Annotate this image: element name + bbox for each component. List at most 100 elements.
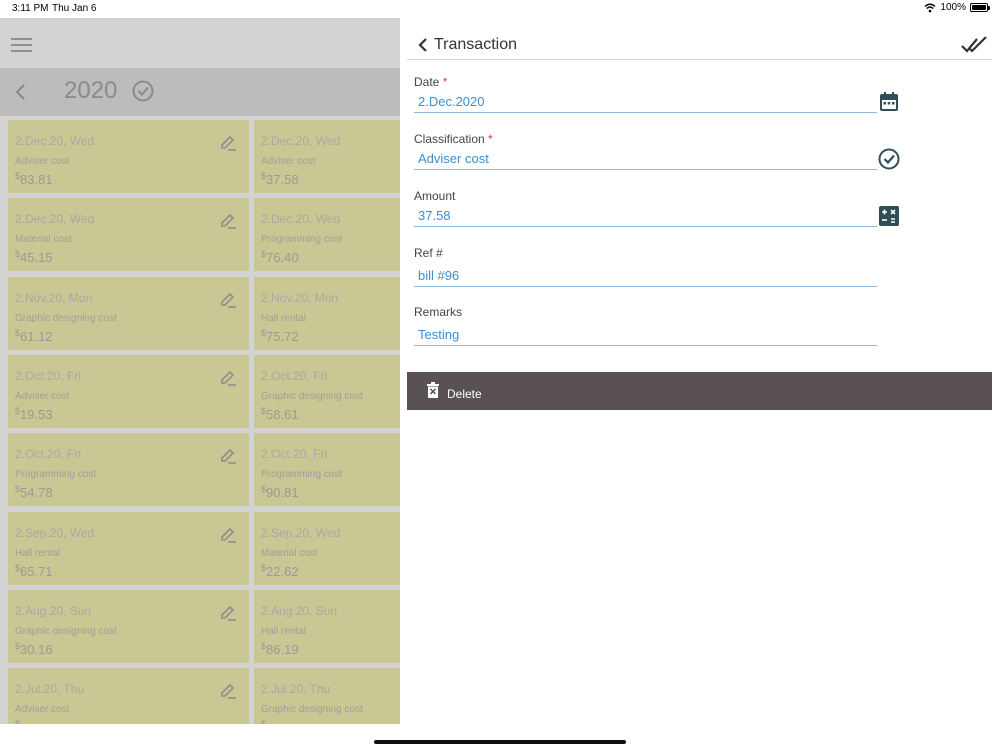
calendar-icon[interactable] [878, 91, 900, 113]
card-category: Material cost [15, 234, 72, 245]
battery-percent: 100% [940, 2, 966, 13]
card-date: 2.Jul.20, Thu [15, 682, 85, 696]
card-amount-value: 75.72 [266, 329, 299, 344]
delete-label: Delete [447, 387, 482, 401]
classification-field: Classification * Adviser cost [414, 132, 877, 170]
card-category: Adviser cost [15, 391, 70, 402]
status-bar: 3:11 PM Thu Jan 6 100% [0, 0, 1000, 18]
transaction-card[interactable]: 2.Jul.20, Thu Graphic designing cost $ [254, 668, 400, 724]
card-amount-value: 22.62 [266, 564, 299, 579]
transaction-card[interactable]: 2.Oct.20, Fri Adviser cost $19.53 [8, 355, 249, 428]
remarks-field: Remarks Testing [414, 305, 877, 346]
card-amount-value: 58.61 [266, 407, 299, 422]
card-amount: $90.81 [261, 484, 299, 500]
currency-symbol: $ [261, 719, 267, 724]
pencil-icon[interactable] [219, 134, 237, 152]
card-amount: $76.40 [261, 249, 299, 265]
card-amount: $54.78 [15, 484, 53, 500]
battery-level [972, 5, 986, 10]
transaction-detail-pane: Transaction Date * 2.Dec.2020 Classifica… [400, 18, 1000, 724]
check-circle-icon[interactable] [132, 80, 154, 102]
card-amount: $65.71 [15, 563, 53, 579]
trash-icon [427, 382, 439, 398]
card-date: 2.Nov.20, Mon [261, 291, 339, 305]
amount-label: Amount [414, 189, 456, 203]
transaction-card[interactable]: 2.Jul.20, Thu Adviser cost $ [8, 668, 249, 724]
chevron-left-icon[interactable] [415, 36, 431, 54]
card-date: 2.Jul.20, Thu [261, 682, 331, 696]
card-amount: $75.72 [261, 328, 299, 344]
card-amount: $ [15, 719, 20, 724]
remarks-input[interactable]: Testing [414, 327, 877, 346]
transaction-card[interactable]: 2.Nov.20, Mon Graphic designing cost $61.1… [8, 277, 249, 350]
battery-icon [970, 3, 990, 12]
currency-symbol: $ [15, 719, 21, 724]
card-amount: $ [261, 719, 266, 724]
card-amount-value: 30.16 [20, 642, 53, 657]
status-time: 3:11 PM [12, 3, 49, 14]
transaction-card[interactable]: 2.Dec.20, Wed Material cost $45.15 [8, 198, 249, 271]
transaction-card[interactable]: 2.Sep.20, Wed Hall rental $65.71 [8, 512, 249, 585]
pencil-icon[interactable] [219, 212, 237, 230]
transaction-card[interactable]: 2.Dec.20, Wed Programming cost $76.40 [254, 198, 400, 271]
status-right: 100% [924, 2, 990, 13]
transaction-card[interactable]: 2.Aug.20, Sun Hall rental $86.19 [254, 590, 400, 663]
card-date: 2.Aug.20, Sun [15, 604, 92, 618]
card-date: 2.Aug.20, Sun [261, 604, 338, 618]
transaction-card[interactable]: 2.Oct.20, Fri Graphic designing cost $58.6… [254, 355, 400, 428]
date-input[interactable]: 2.Dec.2020 [414, 94, 877, 113]
card-amount: $37.58 [261, 171, 299, 187]
transaction-card[interactable]: 2.Dec.20, Wed Adviser cost $37.58 [254, 120, 400, 193]
card-category: Adviser cost [15, 156, 70, 167]
card-date: 2.Oct.20, Fri [261, 369, 328, 383]
transaction-list-pane: 2020 2.Dec.20, Wed Adviser cost $83.81 2.De… [0, 18, 400, 724]
classification-label: Classification * [414, 132, 493, 146]
chevron-left-icon[interactable] [14, 83, 28, 101]
ref-input[interactable]: bill #96 [414, 268, 877, 287]
card-date: 2.Dec.20, Wed [15, 134, 95, 148]
card-amount-value: 65.71 [20, 564, 53, 579]
card-category: Hall rental [15, 548, 61, 559]
transaction-card[interactable]: 2.Oct.20, Fri Programming cost $54.78 [8, 433, 249, 506]
delete-button[interactable]: Delete [407, 372, 992, 410]
transaction-card[interactable]: 2.Oct.20, Fri Programming cost $90.81 [254, 433, 400, 506]
classification-input[interactable]: Adviser cost [414, 151, 877, 170]
card-amount: $19.53 [15, 406, 53, 422]
card-date: 2.Sep.20, Wed [261, 526, 341, 540]
page-title: Transaction [434, 36, 517, 53]
calculator-icon[interactable] [878, 205, 900, 227]
pencil-icon[interactable] [219, 604, 237, 622]
pencil-icon[interactable] [219, 526, 237, 544]
card-amount-value: 19.53 [20, 407, 53, 422]
transaction-card[interactable]: 2.Dec.20, Wed Adviser cost $83.81 [8, 120, 249, 193]
transaction-card[interactable]: 2.Sep.20, Wed Material cost $22.62 [254, 512, 400, 585]
card-amount: $86.19 [261, 641, 299, 657]
detail-header: Transaction [407, 32, 992, 60]
card-date: 2.Dec.20, Wed [261, 134, 341, 148]
pencil-icon[interactable] [219, 369, 237, 387]
card-amount-value: 86.19 [266, 642, 299, 657]
amount-input[interactable]: 37.58 [414, 208, 877, 227]
check-circle-icon[interactable] [878, 148, 900, 170]
pencil-icon[interactable] [219, 682, 237, 700]
hamburger-menu-icon[interactable] [11, 38, 32, 52]
card-date: 2.Oct.20, Fri [261, 447, 328, 461]
card-category: Graphic designing cost [261, 391, 363, 402]
list-top-bar [0, 18, 400, 68]
screen: 3:11 PM Thu Jan 6 100% 2020 2.Dec.20, We… [0, 0, 1000, 750]
double-check-icon[interactable] [960, 34, 988, 56]
card-date: 2.Dec.20, Wed [15, 212, 95, 226]
pencil-icon[interactable] [219, 447, 237, 465]
year-bar: 2020 [0, 68, 400, 116]
card-date: 2.Sep.20, Wed [15, 526, 95, 540]
transaction-card[interactable]: 2.Nov.20, Mon Hall rental $75.72 [254, 277, 400, 350]
pencil-icon[interactable] [219, 291, 237, 309]
remarks-label: Remarks [414, 305, 463, 319]
card-category: Programming cost [261, 234, 343, 245]
card-date: 2.Nov.20, Mon [15, 291, 93, 305]
card-category: Graphic designing cost [261, 704, 363, 715]
transaction-card[interactable]: 2.Aug.20, Sun Graphic designing cost $30.1… [8, 590, 249, 663]
card-amount-value: 61.12 [20, 329, 53, 344]
card-amount: $30.16 [15, 641, 53, 657]
card-amount-value: 37.58 [266, 172, 299, 187]
